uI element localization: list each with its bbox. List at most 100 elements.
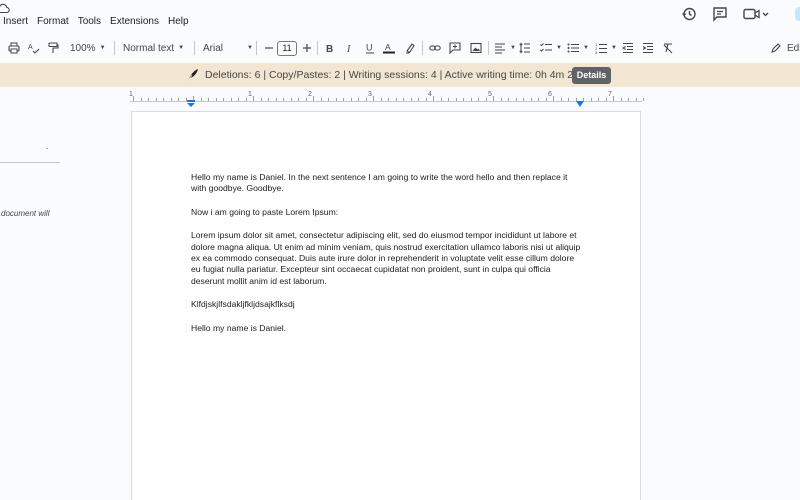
ruler-line: [130, 101, 642, 102]
print-icon[interactable]: [8, 37, 20, 59]
ruler-tick: [215, 98, 217, 101]
divider: [114, 41, 115, 55]
menu-format[interactable]: Format: [37, 16, 69, 27]
clear-formatting-icon[interactable]: [662, 37, 674, 59]
ruler: 1 1 2 3 4 5 6 7: [129, 91, 644, 107]
svg-text:B: B: [326, 44, 333, 54]
ruler-tick: [140, 98, 142, 101]
writing-stats-text: Deletions: 6 | Copy/Pastes: 2 | Writing …: [205, 69, 585, 81]
ruler-tick: [200, 98, 202, 101]
bold-icon[interactable]: B: [324, 37, 336, 59]
ruler-number: 6: [548, 91, 552, 98]
ruler-tick: [365, 98, 367, 101]
style-select[interactable]: Normal text ▼: [123, 37, 184, 59]
history-icon[interactable]: [681, 6, 697, 22]
outline-divider: [0, 162, 60, 163]
menu-extensions[interactable]: Extensions: [110, 16, 159, 27]
increase-font-size-button[interactable]: [301, 37, 313, 59]
paragraph[interactable]: Klfdjskjlfsdakljfkljdsajkflksdj: [191, 299, 581, 310]
font-value: Arial: [203, 42, 224, 54]
divider: [317, 41, 318, 55]
ruler-tick: [283, 98, 284, 101]
zoom-value: 100%: [70, 42, 96, 54]
ruler-tick: [410, 98, 412, 101]
chevron-down-icon: ▼: [611, 45, 617, 51]
line-spacing-icon[interactable]: [519, 37, 531, 59]
paragraph[interactable]: Hello my name is Daniel. In the next sen…: [191, 172, 581, 195]
bulleted-list-icon[interactable]: ▼: [567, 37, 589, 59]
highlight-icon[interactable]: [404, 37, 416, 59]
ruler-tick: [313, 96, 314, 101]
checklist-icon[interactable]: ▼: [540, 37, 562, 59]
ruler-tick: [343, 98, 344, 101]
writing-stats-banner: Deletions: 6 | Copy/Pastes: 2 | Writing …: [0, 63, 800, 87]
paragraph[interactable]: Hello my name is Daniel.: [191, 323, 581, 334]
video-call-icon[interactable]: [743, 6, 769, 22]
ruler-tick: [508, 98, 509, 101]
ruler-tick: [553, 96, 554, 101]
document-body[interactable]: Hello my name is Daniel. In the next sen…: [191, 172, 581, 346]
link-icon[interactable]: [429, 37, 441, 59]
ruler-tick: [253, 96, 254, 101]
divider: [256, 41, 257, 55]
numbered-list-icon[interactable]: 123 ▼: [595, 37, 617, 59]
chevron-down-icon: ▼: [247, 45, 253, 51]
ruler-tick: [163, 98, 164, 101]
ruler-tick: [155, 98, 157, 101]
ruler-tick: [485, 98, 487, 101]
menu-tools[interactable]: Tools: [78, 16, 101, 27]
decrease-indent-icon[interactable]: [622, 37, 634, 59]
comment-icon[interactable]: [712, 6, 728, 22]
share-button[interactable]: [795, 7, 800, 21]
formatting-toolbar: A 100% ▼ Normal text ▼ Arial ▼ 11 B I U …: [0, 37, 800, 59]
italic-icon[interactable]: I: [344, 37, 356, 59]
chevron-down-icon: ▼: [583, 45, 589, 51]
decrease-font-size-button[interactable]: [263, 37, 275, 59]
details-button[interactable]: Details: [572, 67, 611, 84]
ruler-tick: [538, 98, 539, 101]
ruler-tick: [500, 98, 502, 101]
ruler-tick: [305, 98, 307, 101]
cloud-status-icon[interactable]: [0, 1, 10, 14]
font-size-field[interactable]: 11: [277, 37, 297, 59]
ruler-tick: [628, 98, 629, 101]
zoom-select[interactable]: 100% ▼: [70, 37, 106, 59]
left-indent-marker[interactable]: [187, 94, 195, 107]
underline-icon[interactable]: U: [364, 37, 376, 59]
spellcheck-icon[interactable]: A: [28, 37, 40, 59]
outline-hint-text: document will: [1, 209, 50, 218]
ruler-tick: [328, 98, 329, 101]
editing-mode-button[interactable]: Edi: [770, 37, 800, 59]
menu-help[interactable]: Help: [168, 16, 189, 27]
ruler-tick: [455, 98, 457, 101]
text-color-icon[interactable]: A: [383, 37, 395, 59]
ruler-number: 4: [428, 91, 432, 98]
ruler-number: 2: [308, 91, 312, 98]
right-indent-marker[interactable]: [576, 94, 584, 107]
svg-text:A: A: [385, 42, 391, 52]
svg-text:A: A: [28, 44, 33, 51]
align-icon[interactable]: ▼: [494, 37, 516, 59]
ruler-tick: [620, 98, 622, 101]
increase-indent-icon[interactable]: [642, 37, 654, 59]
chevron-down-icon: ▼: [178, 45, 185, 51]
ruler-tick: [148, 98, 149, 101]
chevron-down-icon: ▼: [556, 45, 562, 51]
ruler-tick: [463, 98, 464, 101]
ruler-tick: [170, 98, 172, 101]
ruler-tick: [440, 98, 442, 101]
paragraph[interactable]: Lorem ipsum dolor sit amet, consectetur …: [191, 230, 581, 287]
menu-insert[interactable]: Insert: [3, 16, 28, 27]
ruler-number: 7: [608, 91, 612, 98]
font-select[interactable]: Arial ▼: [203, 37, 253, 59]
ruler-number: 3: [368, 91, 372, 98]
ruler-tick: [590, 98, 592, 101]
ruler-tick: [478, 98, 479, 101]
chevron-down-icon: ▼: [99, 45, 106, 51]
top-bar: Insert Format Tools Extensions Help: [0, 0, 800, 35]
paint-format-icon[interactable]: [47, 37, 59, 59]
paragraph[interactable]: Now i am going to paste Lorem Ipsum:: [191, 207, 581, 218]
add-comment-icon[interactable]: [449, 37, 461, 59]
insert-image-icon[interactable]: [470, 37, 482, 59]
ruler-tick: [425, 98, 427, 101]
